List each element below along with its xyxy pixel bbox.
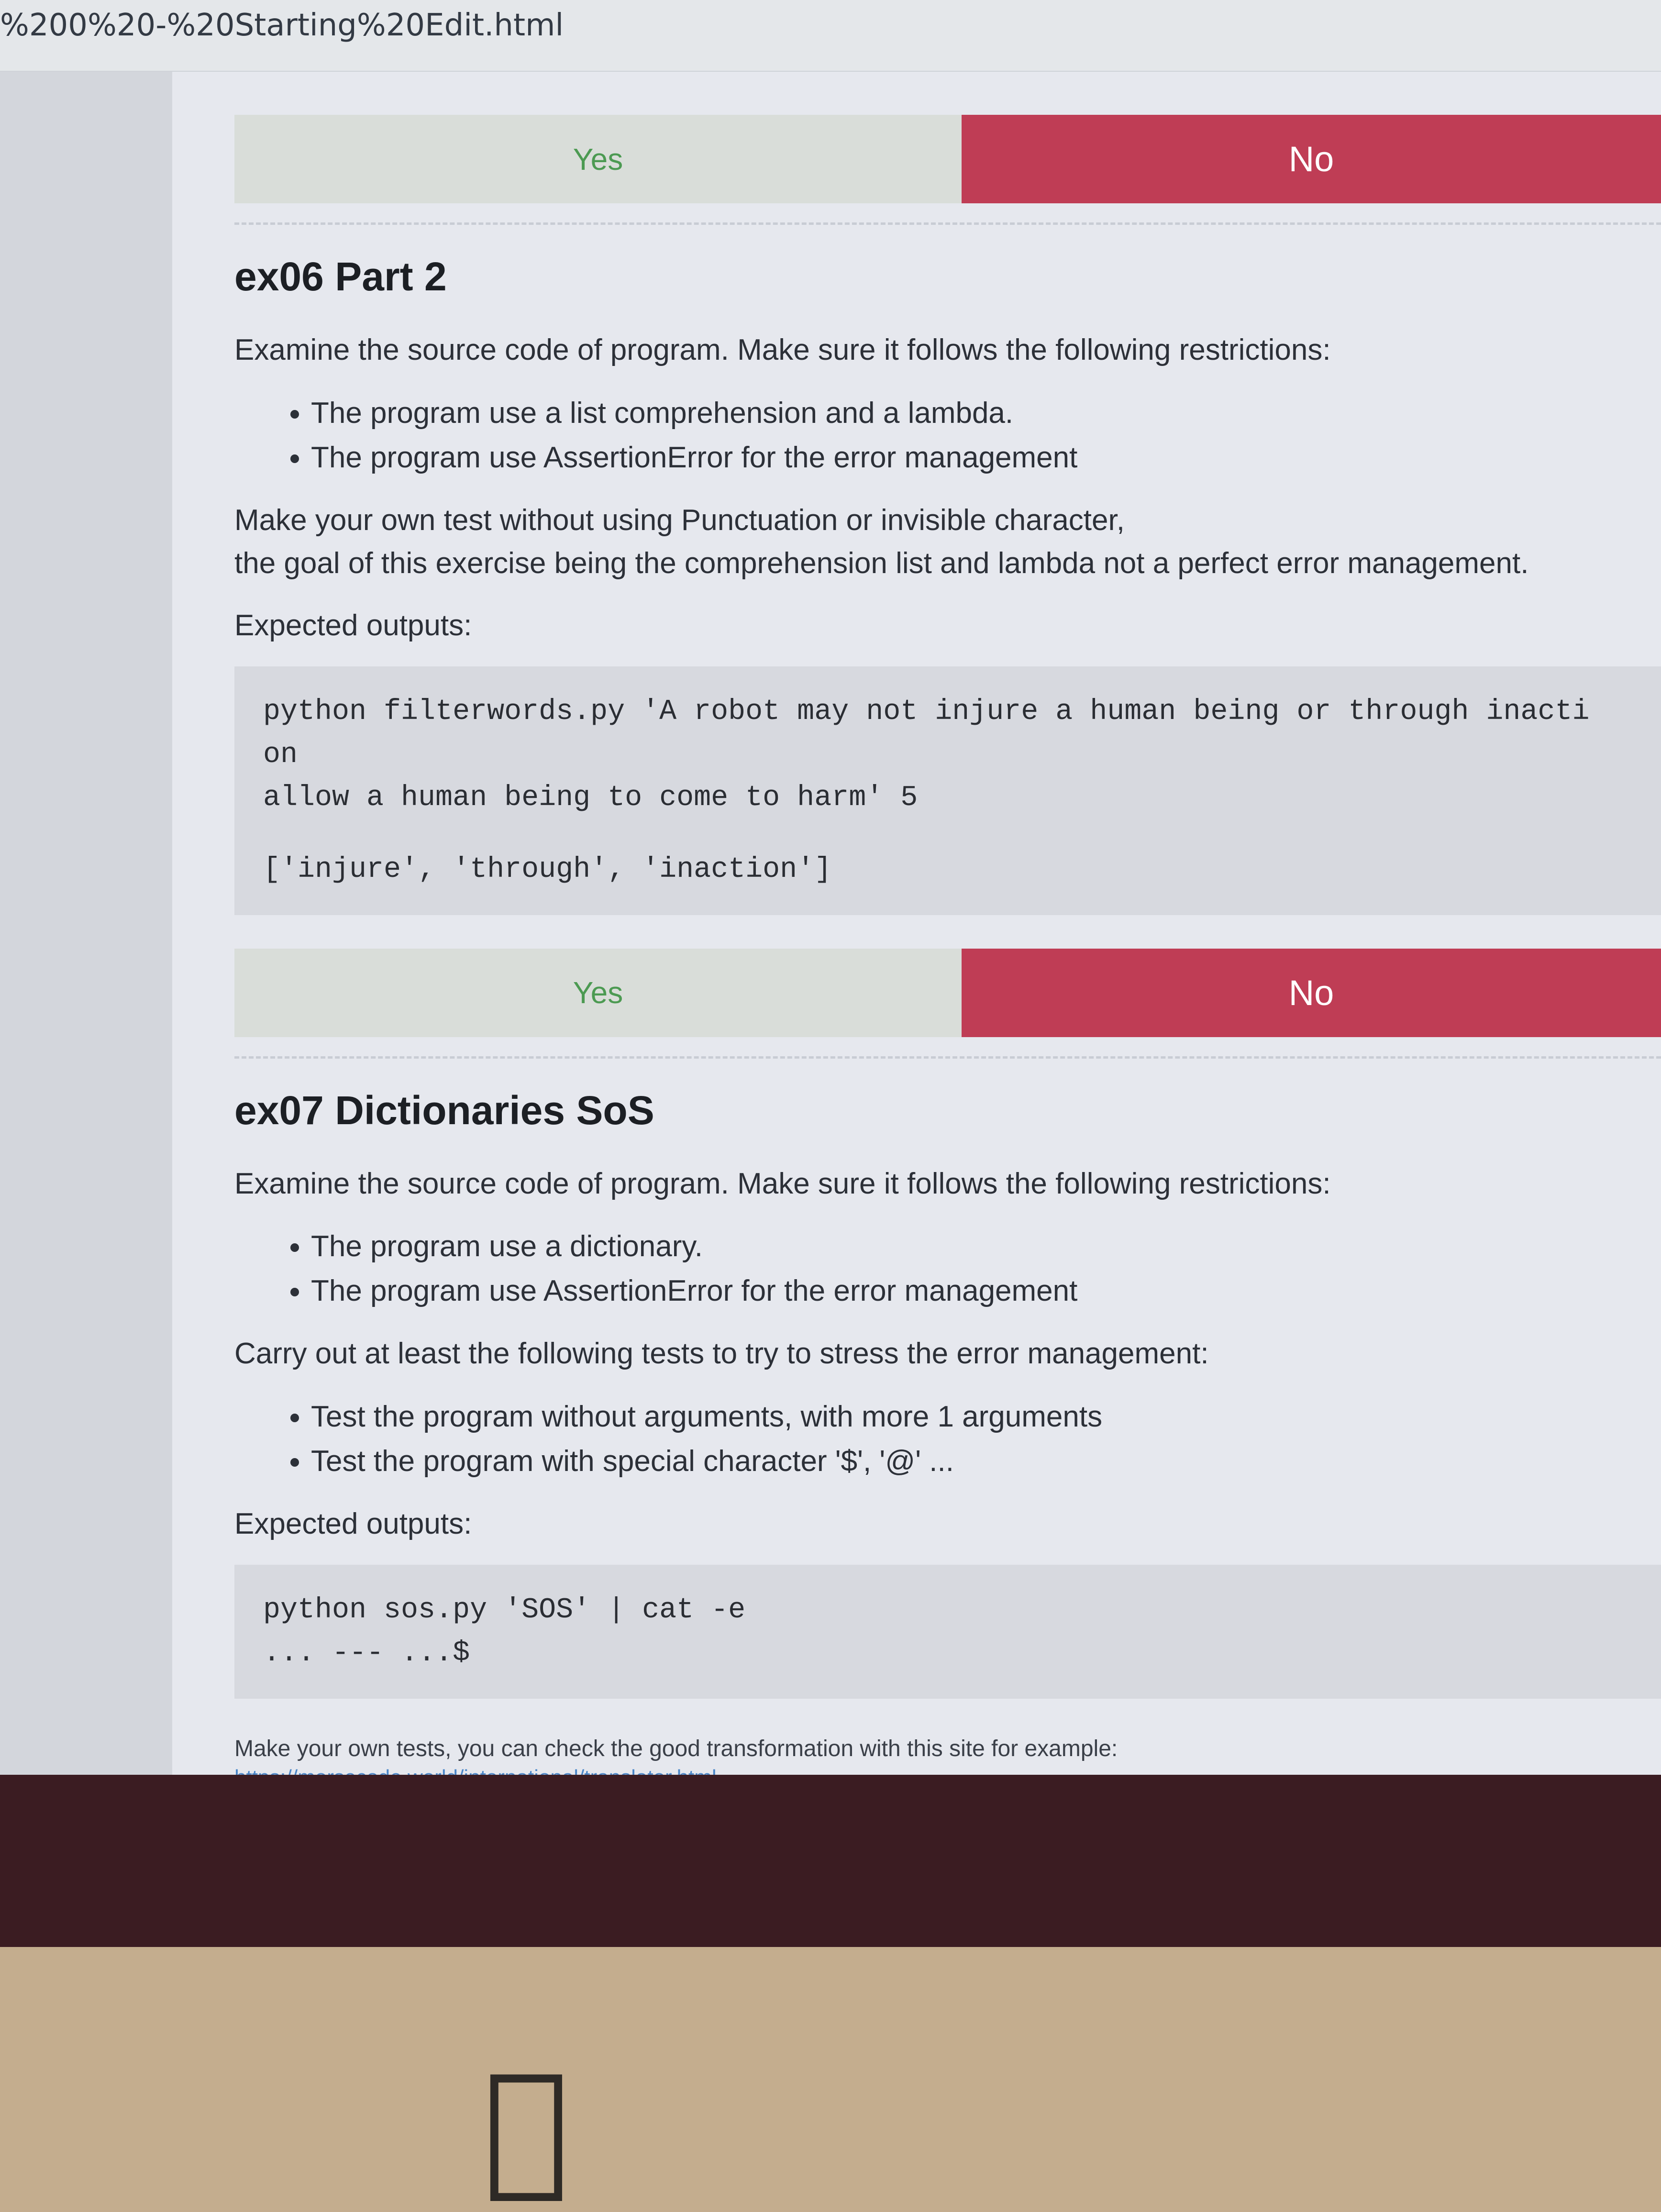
section-title: ex06 Part 2 (234, 254, 447, 299)
vote-row-top: Yes No (234, 115, 1661, 203)
monitor-bezel:  (0, 1775, 1661, 2212)
address-bar[interactable]: %200%20-%20Starting%20Edit.html (0, 0, 1661, 72)
code-line: python filterwords.py 'A robot may not i… (263, 695, 1590, 728)
browser-viewport: Yes No ex06 Part 2 Examine the source co… (0, 72, 1661, 1775)
intro-text: Examine the source code of program. Make… (234, 333, 1331, 366)
code-line: on (263, 738, 298, 771)
section-divider (234, 222, 1661, 225)
restriction-list: The program use a dictionary. The progra… (234, 1224, 1661, 1313)
list-item: Test the program with special character … (311, 1439, 1661, 1483)
ex06-section: ex06 Part 2 Examine the source code of p… (234, 254, 1661, 915)
restriction-list: The program use a list comprehension and… (234, 391, 1661, 480)
url-text: %200%20-%20Starting%20Edit.html (0, 8, 564, 43)
yes-button[interactable]: Yes (234, 115, 962, 203)
section-title: ex07 Dictionaries SoS (234, 1087, 654, 1133)
left-gutter (0, 72, 172, 1775)
no-button[interactable]: No (962, 948, 1661, 1037)
list-item: Test the program without arguments, with… (311, 1394, 1661, 1439)
list-item: The program use AssertionError for the e… (311, 435, 1661, 480)
tests-list: Test the program without arguments, with… (234, 1394, 1661, 1483)
keyboard-reflection (0, 1775, 1661, 1947)
no-button[interactable]: No (962, 115, 1661, 203)
apple-logo-icon:  (483, 2043, 569, 2210)
list-item: The program use AssertionError for the e… (311, 1269, 1661, 1313)
section-divider (234, 1056, 1661, 1059)
list-item: The program use a list comprehension and… (311, 391, 1661, 435)
note-line: the goal of this exercise being the comp… (234, 546, 1529, 580)
main-content: Yes No ex06 Part 2 Examine the source co… (172, 72, 1661, 1775)
code-block: python sos.py 'SOS' | cat -e ... --- ...$ (234, 1565, 1661, 1699)
list-item: The program use a dictionary. (311, 1224, 1661, 1269)
note-text: Make your own test without using Punctua… (234, 499, 1661, 585)
tests-intro: Carry out at least the following tests t… (234, 1337, 1209, 1371)
code-line: ... --- ...$ (263, 1637, 470, 1670)
code-line: allow a human being to come to harm' 5 (263, 781, 918, 814)
vote-row-mid: Yes No (234, 948, 1661, 1037)
yes-button[interactable]: Yes (234, 948, 962, 1037)
ex07-section: ex07 Dictionaries SoS Examine the source… (234, 1087, 1661, 1775)
expected-label: Expected outputs: (234, 1507, 472, 1541)
intro-text: Examine the source code of program. Make… (234, 1167, 1331, 1200)
translator-link[interactable]: https://morsecode.world/international/tr… (234, 1766, 717, 1775)
code-block: python filterwords.py 'A robot may not i… (234, 666, 1661, 915)
note-text: Make your own tests, you can check the g… (234, 1736, 1118, 1762)
note-line: Make your own test without using Punctua… (234, 503, 1125, 537)
code-line: python sos.py 'SOS' | cat -e (263, 1594, 746, 1627)
code-output: ['injure', 'through', 'inaction'] (263, 853, 832, 886)
expected-label: Expected outputs: (234, 608, 472, 642)
